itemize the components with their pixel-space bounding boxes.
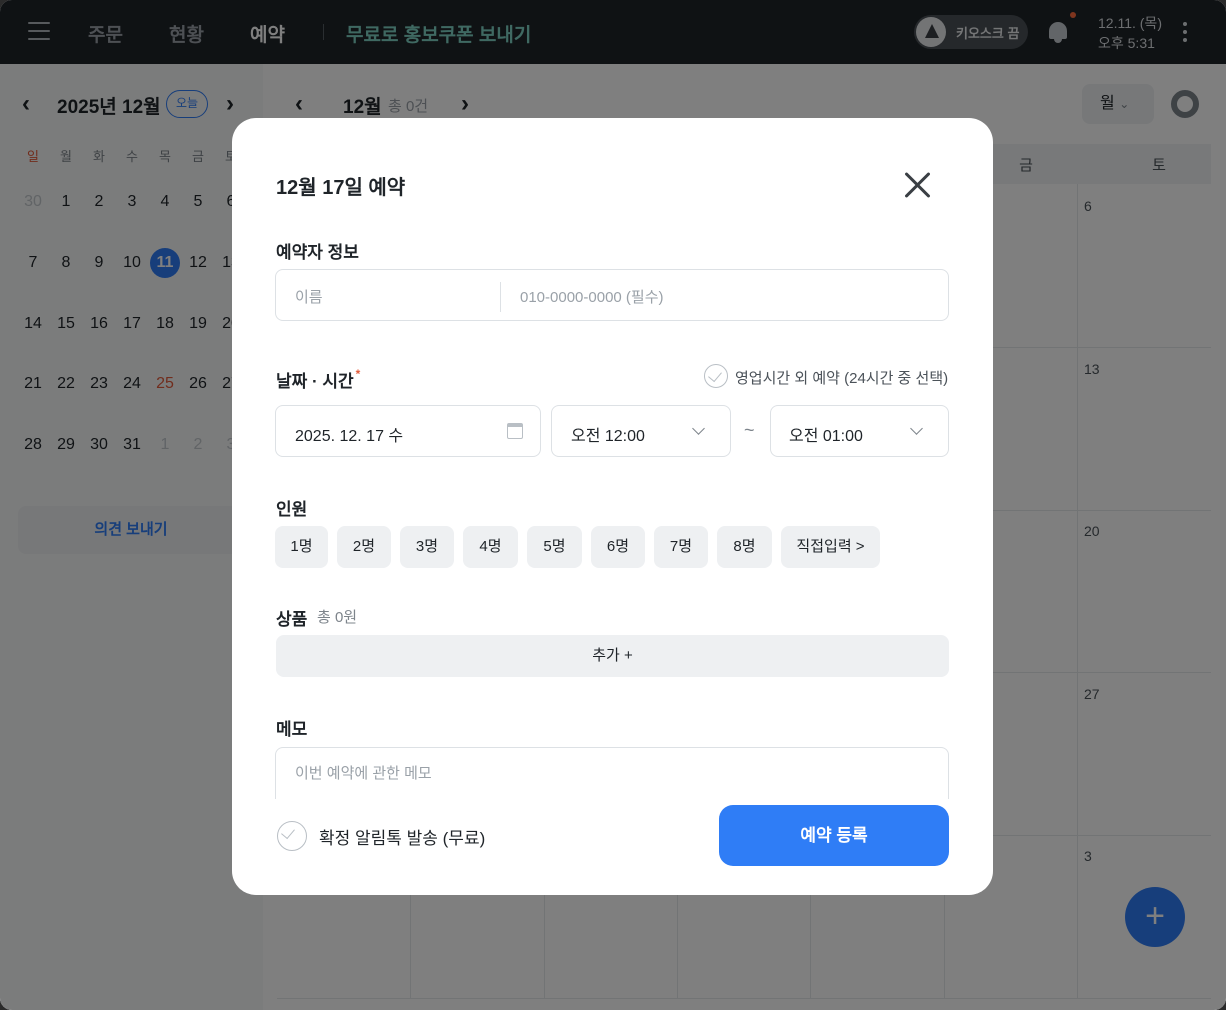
date-value: 2025. 12. 17 수 xyxy=(295,428,404,445)
calendar-icon xyxy=(507,423,523,439)
custom-people-button[interactable]: 직접입력 > xyxy=(781,526,880,568)
start-time-value: 오전 12:00 xyxy=(571,428,645,445)
memo-placeholder: 이번 예약에 관한 메모 xyxy=(295,765,432,782)
field-divider xyxy=(500,282,501,312)
start-time-select[interactable]: 오전 12:00 xyxy=(551,405,731,457)
chevron-down-icon xyxy=(692,422,705,435)
people-option[interactable]: 7명 xyxy=(654,526,708,568)
modal-title: 12월 17일 예약 xyxy=(276,177,406,199)
people-option[interactable]: 2명 xyxy=(337,526,391,568)
end-time-select[interactable]: 오전 01:00 xyxy=(770,405,949,457)
close-icon[interactable] xyxy=(900,168,934,202)
name-input[interactable]: 이름 xyxy=(295,286,323,307)
time-range-separator: ~ xyxy=(744,420,755,440)
end-time-value: 오전 01:00 xyxy=(789,428,863,445)
booker-info-field: 이름 010-0000-0000 (필수) xyxy=(275,269,949,321)
date-picker[interactable]: 2025. 12. 17 수 xyxy=(275,405,541,457)
required-mark: * xyxy=(355,367,361,381)
people-label: 인원 xyxy=(276,500,308,519)
add-product-button[interactable]: 추가 + xyxy=(276,635,949,677)
reservation-modal: 12월 17일 예약 예약자 정보 이름 010-0000-0000 (필수) … xyxy=(232,118,993,895)
people-option[interactable]: 3명 xyxy=(400,526,454,568)
memo-label: 메모 xyxy=(276,720,308,739)
product-label: 상품 xyxy=(276,610,308,629)
submit-reservation-button[interactable]: 예약 등록 xyxy=(719,805,949,866)
booker-info-label: 예약자 정보 xyxy=(276,243,359,262)
datetime-label: 날짜 · 시간 * xyxy=(276,367,360,392)
memo-input[interactable]: 이번 예약에 관한 메모 xyxy=(275,747,949,799)
people-option[interactable]: 1명 xyxy=(275,526,328,568)
people-option[interactable]: 4명 xyxy=(463,526,518,568)
people-option[interactable]: 6명 xyxy=(591,526,645,568)
after-hours-label[interactable]: 영업시간 외 예약 (24시간 중 선택) xyxy=(735,367,948,388)
product-total: 총 0원 xyxy=(317,609,358,626)
notify-checkbox[interactable] xyxy=(277,821,307,851)
people-option[interactable]: 8명 xyxy=(717,526,772,568)
chevron-down-icon xyxy=(910,422,923,435)
notify-label[interactable]: 확정 알림톡 발송 (무료) xyxy=(319,824,485,849)
phone-input[interactable]: 010-0000-0000 (필수) xyxy=(520,286,664,307)
app-window: 주문 현황 예약 무료로 홍보쿠폰 보내기 키오스크 끔 12.11. (목) … xyxy=(0,0,1226,1010)
people-option[interactable]: 5명 xyxy=(527,526,582,568)
datetime-label-text: 날짜 · 시간 xyxy=(276,372,354,391)
after-hours-checkbox[interactable] xyxy=(704,364,728,388)
